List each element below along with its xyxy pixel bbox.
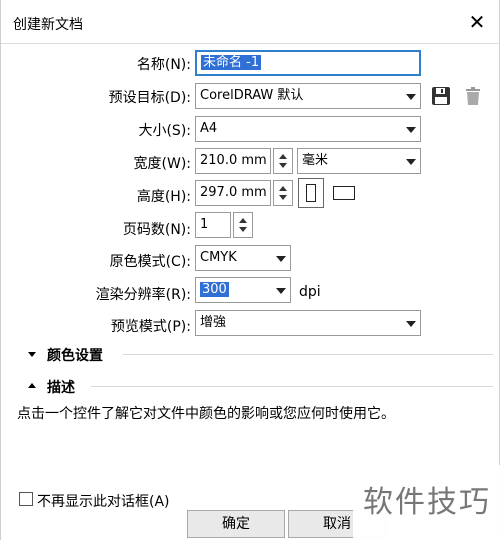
chevron-up-icon[interactable] <box>279 186 287 191</box>
color-mode-select-value: CMYK <box>200 250 237 265</box>
size-label: 大小(S): <box>138 123 191 139</box>
unit-select-value: 毫米 <box>302 153 329 168</box>
resolution-select-value: 300 <box>200 282 229 297</box>
chevron-down-icon <box>406 159 416 165</box>
watermark-overlay: 软件技巧 <box>353 465 500 540</box>
chevron-down-icon <box>276 256 286 262</box>
close-icon[interactable]: ✕ <box>463 10 491 34</box>
pages-label: 页码数(N): <box>122 222 191 238</box>
height-input-value: 297.0 mm <box>200 185 267 200</box>
width-input-value: 210.0 mm <box>200 153 267 168</box>
dont-show-label[interactable]: 不再显示此对话框(A) <box>37 491 170 511</box>
title-bar: 创建新文档 ✕ <box>1 0 500 44</box>
chevron-down-icon <box>406 321 416 327</box>
window-title: 创建新文档 <box>13 17 83 33</box>
chevron-down-icon <box>276 288 286 294</box>
preview-select[interactable]: 增強 <box>195 310 421 336</box>
description-header[interactable]: 描述 <box>47 377 75 397</box>
width-input[interactable]: 210.0 mm <box>195 148 271 174</box>
portrait-page-shape <box>306 184 316 202</box>
chevron-up-icon[interactable] <box>239 218 247 223</box>
expand-icon[interactable] <box>28 352 36 357</box>
save-icon[interactable] <box>431 86 451 106</box>
preview-select-value: 增強 <box>200 315 227 330</box>
chevron-up-icon[interactable] <box>279 154 287 159</box>
unit-select[interactable]: 毫米 <box>297 148 421 174</box>
width-label: 宽度(W): <box>133 156 191 172</box>
name-label: 名称(N): <box>136 57 191 73</box>
width-stepper[interactable] <box>273 148 293 174</box>
trash-icon[interactable] <box>463 86 483 106</box>
height-input[interactable]: 297.0 mm <box>195 180 271 206</box>
chevron-down-icon <box>406 127 416 133</box>
pages-input[interactable]: 1 <box>195 212 231 238</box>
name-input[interactable]: 未命名 -1 <box>195 50 421 76</box>
resolution-select[interactable]: 300 <box>195 277 291 303</box>
pages-input-value: 1 <box>200 217 209 232</box>
chevron-down-icon <box>406 94 416 100</box>
pages-stepper[interactable] <box>233 212 253 238</box>
height-label: 高度(H): <box>136 189 191 205</box>
description-text: 点击一个控件了解它对文件中颜色的影响或您应何时使用它。 <box>17 406 395 422</box>
create-document-dialog: 创建新文档 ✕ 名称(N): 未命名 -1 预设目标(D): CorelDRAW… <box>0 0 500 540</box>
resolution-unit: dpi <box>299 284 321 300</box>
color-mode-select[interactable]: CMYK <box>195 245 291 271</box>
name-input-value: 未命名 -1 <box>201 55 262 70</box>
preview-label: 预览模式(P): <box>110 319 191 335</box>
height-stepper[interactable] <box>273 180 293 206</box>
section-divider <box>91 386 493 387</box>
landscape-icon[interactable] <box>333 186 355 200</box>
chevron-down-icon[interactable] <box>279 195 287 200</box>
ok-button[interactable]: 确定 <box>187 510 285 538</box>
dont-show-checkbox[interactable] <box>19 492 33 506</box>
preset-select[interactable]: CorelDRAW 默认 <box>195 83 421 109</box>
collapse-icon[interactable] <box>28 383 36 388</box>
chevron-down-icon[interactable] <box>239 227 247 232</box>
resolution-label: 渲染分辨率(R): <box>95 287 191 303</box>
color-settings-header[interactable]: 颜色设置 <box>47 345 103 365</box>
section-divider <box>123 354 493 355</box>
preset-select-value: CorelDRAW 默认 <box>200 88 304 103</box>
preset-label: 预设目标(D): <box>108 90 191 106</box>
portrait-icon[interactable] <box>298 178 324 208</box>
color-mode-label: 原色模式(C): <box>109 254 191 270</box>
size-select-value: A4 <box>200 121 218 136</box>
chevron-down-icon[interactable] <box>279 163 287 168</box>
size-select[interactable]: A4 <box>195 116 421 142</box>
